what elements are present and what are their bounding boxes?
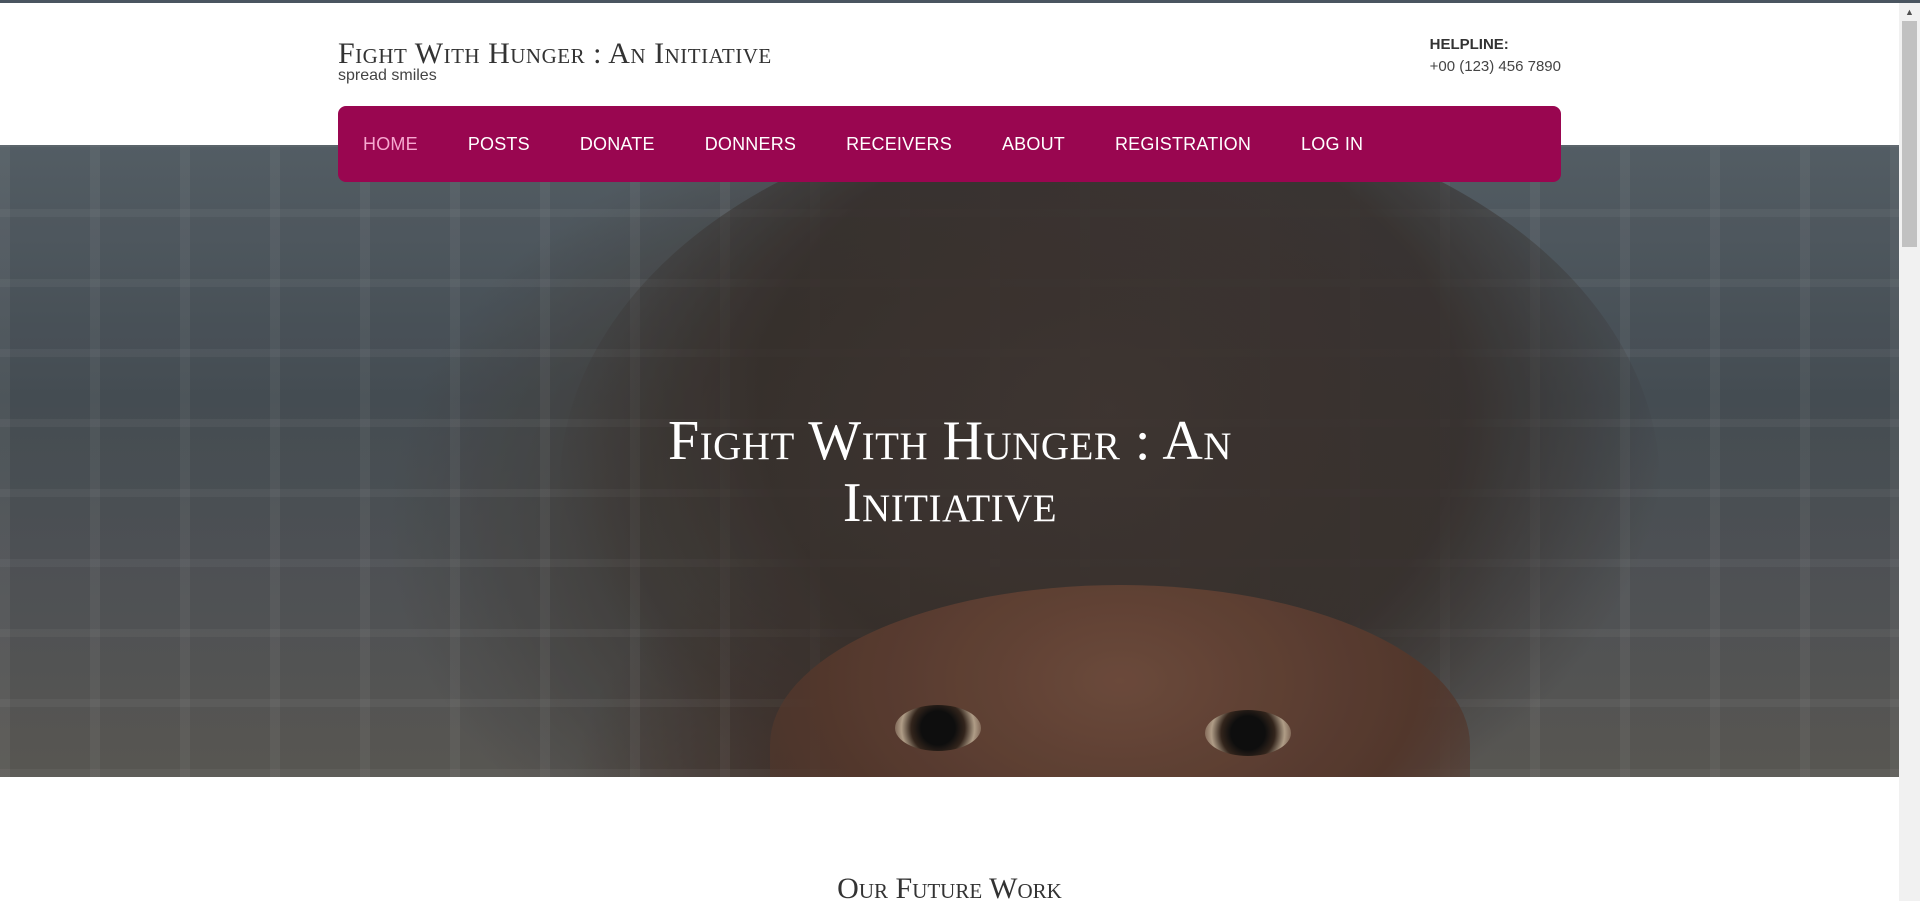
nav-item-log-in[interactable]: LOG IN [1301,134,1363,155]
nav-item-donate[interactable]: DONATE [580,134,655,155]
nav-item-posts[interactable]: POSTS [468,134,530,155]
nav-item-registration[interactable]: REGISTRATION [1115,134,1251,155]
scroll-thumb[interactable] [1902,21,1917,247]
hero-banner: Fight With Hunger : An Initiative [0,145,1899,777]
nav-item-donners[interactable]: DONNERS [705,134,796,155]
vertical-scrollbar[interactable]: ▲ [1899,3,1920,901]
helpline-label: HELPLINE: [1429,36,1509,53]
page: Fight With Hunger : An Initiative spread… [0,3,1899,901]
nav-item-home[interactable]: HOME [363,134,418,155]
nav-item-receivers[interactable]: RECEIVERS [846,134,952,155]
scroll-up-icon[interactable]: ▲ [1899,3,1920,20]
site-header: Fight With Hunger : An Initiative spread… [338,35,1561,95]
hero-title: Fight With Hunger : An Initiative [668,410,1232,534]
section-title-future-work: Our Future Work [837,872,1062,901]
helpline-phone[interactable]: +00 (123) 456 7890 [1430,55,1561,79]
main-nav: HOME POSTS DONATE DONNERS RECEIVERS ABOU… [338,106,1561,182]
nav-item-about[interactable]: ABOUT [1002,134,1065,155]
site-tagline: spread smiles [338,67,437,84]
helpline: HELPLINE: +00 (123) 456 7890 [1430,35,1561,79]
